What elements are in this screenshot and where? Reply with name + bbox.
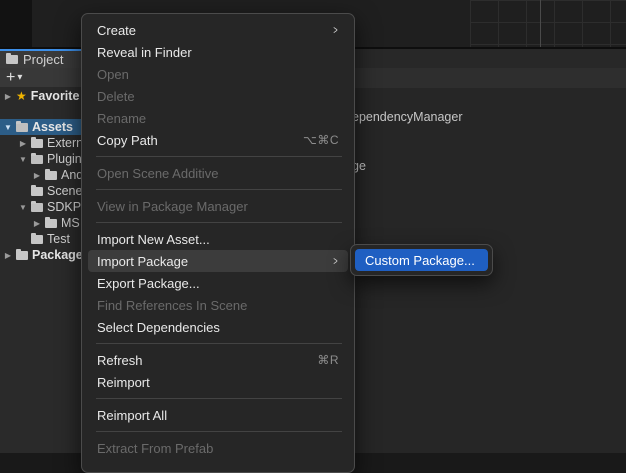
menu-item-find-references-in-scene: Find References In Scene [88,294,348,316]
collapse-triangle-icon[interactable]: ▶ [4,92,12,101]
menu-item-label: Reimport All [97,407,168,423]
expand-triangle-icon[interactable]: ▼ [19,203,27,212]
menu-separator [96,398,342,399]
menu-item-import-new-asset[interactable]: Import New Asset... [88,228,348,250]
tree-item-favorites[interactable]: ▶ ★ Favorite [4,88,79,104]
menu-item-label: Delete [97,88,135,104]
folder-icon [45,168,57,180]
project-folder-icon [6,53,18,64]
tree-item-packages[interactable]: ▶ Package [4,247,82,263]
project-toolbar: + ▾ [0,68,88,87]
collapse-triangle-icon[interactable]: ▶ [33,171,41,180]
menu-item-label: Create [97,22,137,38]
tree-item-scenes[interactable]: Scene [19,183,82,199]
menu-item-shortcut: ⌥⌘C [303,133,339,147]
menu-item-export-package[interactable]: Export Package... [88,272,348,294]
menu-item-label: Find References In Scene [97,297,248,313]
collapse-triangle-icon[interactable]: ▶ [33,219,41,228]
menu-item-view-in-package-manager: View in Package Manager [88,195,348,217]
menu-item-reimport-all[interactable]: Reimport All [88,404,348,426]
menu-item-custom-package[interactable]: Custom Package... [355,249,488,271]
add-button[interactable]: + [6,69,15,86]
tree-item-label: Scene [47,184,82,198]
import-package-submenu: Custom Package... [350,244,493,276]
menu-item-label: Refresh [97,352,143,368]
menu-item-delete: Delete [88,85,348,107]
tree-item-label: Test [47,232,70,246]
menu-item-label: Import Package [97,253,189,269]
menu-item-import-package[interactable]: Import Package > [88,250,348,272]
context-menu: Create > Reveal in Finder Open Delete Re… [81,13,355,473]
folder-open-icon [31,152,43,164]
folder-icon [31,232,43,244]
asset-list-item[interactable]: ependencyManager [352,110,463,124]
folder-open-icon [31,200,43,212]
tab-project[interactable]: Project [0,49,82,68]
menu-item-label: Copy Path [97,132,158,148]
star-icon: ★ [16,89,27,103]
menu-separator [96,431,342,432]
expand-triangle-icon[interactable]: ▼ [4,123,12,132]
scene-grid [470,0,626,47]
menu-item-create[interactable]: Create > [88,19,348,41]
menu-item-reveal-in-finder[interactable]: Reveal in Finder [88,41,348,63]
menu-item-shortcut: ⌘R [317,353,339,367]
menu-item-rename: Rename [88,107,348,129]
submenu-arrow-icon: > [333,23,338,37]
menu-item-select-dependencies[interactable]: Select Dependencies [88,316,348,338]
menu-item-label: Custom Package... [365,252,475,268]
menu-item-label: Export Package... [97,275,200,291]
tree-item-label: And [61,168,82,182]
tree-item-ms[interactable]: ▶ MS [33,215,80,231]
collapse-triangle-icon[interactable]: ▶ [4,251,12,260]
menu-item-copy-path[interactable]: Copy Path ⌥⌘C [88,129,348,151]
tree-item-label: Package [32,248,82,262]
menu-item-label: Import New Asset... [97,231,210,247]
folder-icon [16,248,28,260]
tree-item-android[interactable]: ▶ And [33,167,82,183]
menu-item-label: View in Package Manager [97,198,248,214]
menu-item-refresh[interactable]: Refresh ⌘R [88,349,348,371]
expand-triangle-icon[interactable]: ▼ [19,155,27,164]
menu-item-label: Rename [97,110,147,126]
menu-item-extract-from-prefab: Extract From Prefab [88,437,348,459]
tree-item-label: Assets [32,120,73,134]
tree-item-label: Extern [47,136,82,150]
menu-item-label: Open [97,66,129,82]
tree-item-label: Favorite [30,89,80,103]
tree-item-label: SDKP [47,200,82,214]
menu-separator [96,343,342,344]
menu-separator [96,189,342,190]
add-dropdown-icon[interactable]: ▾ [17,72,22,83]
menu-item-label: Open Scene Additive [97,165,219,181]
tree-item-label: MS [61,216,80,230]
folder-icon [31,184,43,196]
scene-view-dark-area [0,0,32,47]
tab-project-label: Project [23,52,64,67]
project-tree-panel: ▶ ★ Favorite ▼ Assets ▶ Extern ▼ Plugin … [0,87,82,453]
menu-item-label: Select Dependencies [97,319,220,335]
menu-item-open-scene-additive: Open Scene Additive [88,162,348,184]
submenu-arrow-icon: > [333,254,338,268]
menu-item-label: Reveal in Finder [97,44,192,60]
menu-item-open: Open [88,63,348,85]
menu-separator [96,156,342,157]
folder-open-icon [16,120,28,132]
menu-item-reimport[interactable]: Reimport [88,371,348,393]
menu-item-label: Extract From Prefab [97,440,214,456]
tree-item-external[interactable]: ▶ Extern [19,135,82,151]
tree-item-label: Plugin [47,152,82,166]
tree-item-sdkp[interactable]: ▼ SDKP [19,199,81,215]
folder-icon [31,136,43,148]
scene-divider-line [540,0,541,47]
menu-item-label: Reimport [97,374,150,390]
collapse-triangle-icon[interactable]: ▶ [19,139,27,148]
tree-item-test[interactable]: Test [19,231,70,247]
folder-icon [45,216,57,228]
menu-separator [96,222,342,223]
tree-item-assets[interactable]: ▼ Assets [0,119,82,135]
tree-item-plugins[interactable]: ▼ Plugin [19,151,82,167]
